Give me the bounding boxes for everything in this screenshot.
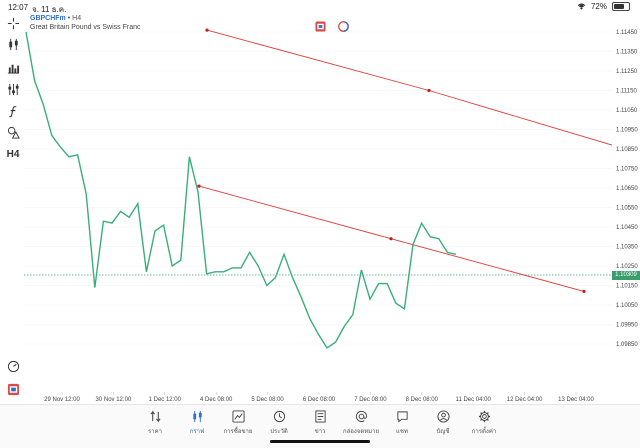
price-tick-label: 1.09850 (616, 342, 638, 348)
time-axis: 29 Nov 12:00 30 Nov 12:00 1 Dec 12:00 4 Dec… (44, 392, 595, 403)
chart-toolbar: H4 (0, 14, 24, 404)
price-tick-label: 1.10350 (616, 245, 638, 251)
trendline-anchor (389, 237, 393, 241)
time-tick-label: 30 Nov 12:00 (96, 397, 132, 403)
time-tick-label: 6 Dec 08:00 (303, 397, 336, 403)
price-tick-label: 1.10950 (616, 128, 638, 134)
current-price-badge: 1.10309 (612, 271, 640, 280)
nav-settings[interactable]: การตั้งค่า (459, 410, 509, 436)
price-tick-label: 1.10550 (616, 206, 638, 212)
speedometer-icon[interactable] (6, 359, 20, 373)
price-tick-label: 1.11250 (616, 69, 638, 75)
price-tick-label: 1.10150 (616, 284, 638, 290)
trendline-anchor (582, 289, 586, 293)
trendline-anchor (197, 184, 201, 188)
chart-icon (192, 410, 202, 423)
buy-button-icon[interactable] (338, 19, 349, 32)
chat-icon (396, 411, 408, 423)
price-tick-label: 1.11450 (616, 30, 638, 36)
account-icon (436, 410, 450, 423)
crosshair-icon[interactable] (6, 16, 20, 30)
symbol-timeframe: H4 (72, 15, 82, 22)
mailbox-icon (355, 410, 367, 422)
symbol-description: Great Britain Pound vs Swiss Franc (30, 24, 141, 31)
trade-icon (231, 410, 245, 423)
chart-type-icon[interactable] (6, 37, 20, 51)
time-tick-label: 8 Dec 08:00 (406, 397, 439, 403)
price-tick-label: 1.10250 (616, 264, 638, 270)
indicators-icon[interactable] (6, 82, 20, 96)
symbol-name: GBPCHFm (30, 15, 66, 22)
time-tick-label: 4 Dec 08:00 (200, 397, 233, 403)
trendline-anchor (205, 28, 209, 32)
news-icon (314, 410, 326, 423)
volume-icon[interactable] (6, 60, 20, 74)
sell-button-icon[interactable] (315, 19, 326, 32)
settings-icon (478, 410, 490, 423)
time-tick-label: 29 Nov 12:00 (44, 397, 80, 403)
time-tick-label: 12 Dec 04:00 (507, 397, 543, 403)
price-tick-label: 1.10850 (616, 147, 638, 153)
time-tick-label: 13 Dec 04:00 (558, 397, 594, 403)
price-tick-label: 1.10750 (616, 167, 638, 173)
price-tick-label: 1.11050 (616, 108, 638, 114)
time-tick-label: 7 Dec 08:00 (354, 397, 387, 403)
price-tick-label: 1.11350 (616, 50, 638, 56)
trendline-anchor (427, 88, 431, 93)
price-chart[interactable]: 1.11450 1.11350 1.11250 1.11150 1.11050 1.109… (0, 0, 640, 404)
time-tick-label: 1 Dec 12:00 (149, 397, 182, 403)
trendlines (197, 28, 613, 293)
symbol-info: GBPCHFm • H4 Great Britain Pound vs Swis… (30, 14, 141, 32)
price-tick-label: 1.10450 (616, 225, 638, 231)
time-tick-label: 11 Dec 04:00 (456, 397, 492, 403)
price-axis: 1.11450 1.11350 1.11250 1.11150 1.11050 1.109… (616, 30, 638, 348)
trendline (206, 29, 613, 146)
price-tick-label: 1.11150 (616, 89, 637, 95)
nav-label: การตั้งค่า (471, 429, 497, 435)
price-tick-label: 1.10650 (616, 186, 638, 192)
chart-grid (24, 31, 612, 345)
one-click-trading-icon[interactable] (6, 382, 20, 396)
home-indicator (270, 440, 370, 443)
timeframe-button[interactable]: H4 (6, 147, 20, 161)
price-series-line (25, 31, 457, 349)
price-tick-label: 1.10050 (616, 303, 638, 309)
time-tick-label: 5 Dec 08:00 (251, 397, 284, 403)
quotes-icon (149, 410, 161, 423)
price-tick-label: 1.09950 (616, 323, 638, 329)
history-icon (273, 410, 285, 423)
one-click-trade (315, 19, 349, 32)
function-icon[interactable] (6, 104, 20, 118)
shapes-icon[interactable] (6, 125, 20, 139)
